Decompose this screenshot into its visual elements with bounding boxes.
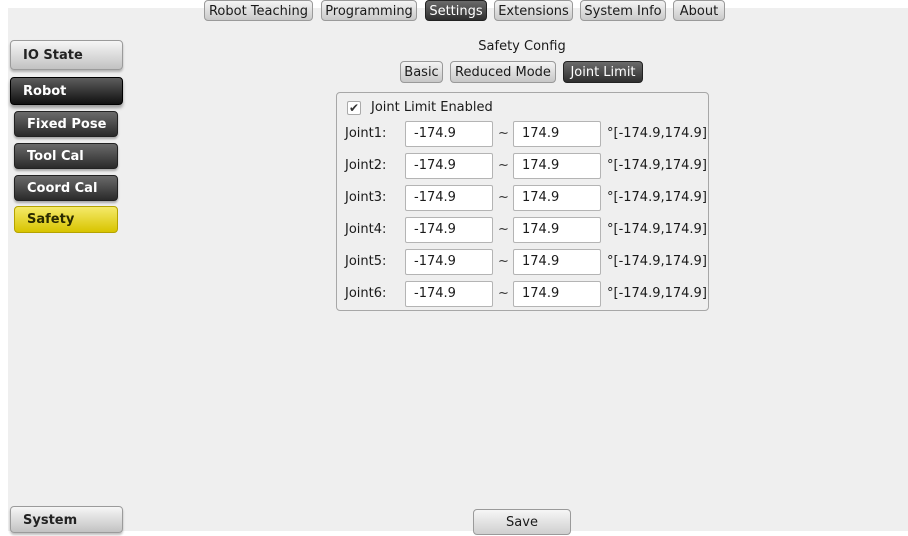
joint-row: Joint2: -174.9 ~ 174.9 °[-174.9,174.9]: [337, 153, 710, 179]
sidebar-item-coord-cal[interactable]: Coord Cal: [14, 175, 118, 201]
joint-min-input[interactable]: -174.9: [405, 281, 493, 307]
joint-range-hint: °[-174.9,174.9]: [607, 286, 707, 301]
range-separator: ~: [498, 126, 509, 141]
tab-basic[interactable]: Basic: [400, 61, 443, 83]
joint-max-input[interactable]: 174.9: [513, 185, 601, 211]
range-separator: ~: [498, 222, 509, 237]
joint-label: Joint2:: [345, 158, 387, 173]
joint-row: Joint3: -174.9 ~ 174.9 °[-174.9,174.9]: [337, 185, 710, 211]
sidebar-item-io-state[interactable]: IO State: [10, 40, 123, 70]
joint-label: Joint5:: [345, 254, 387, 269]
joint-min-input[interactable]: -174.9: [405, 217, 493, 243]
save-button[interactable]: Save: [473, 509, 571, 535]
range-separator: ~: [498, 254, 509, 269]
joint-range-hint: °[-174.9,174.9]: [607, 158, 707, 173]
joint-label: Joint4:: [345, 222, 387, 237]
joint-max-input[interactable]: 174.9: [513, 281, 601, 307]
joint-label: Joint6:: [345, 286, 387, 301]
sidebar-item-robot[interactable]: Robot: [10, 77, 123, 105]
joint-min-input[interactable]: -174.9: [405, 153, 493, 179]
sidebar-item-safety[interactable]: Safety: [14, 206, 118, 233]
tab-programming[interactable]: Programming: [321, 0, 417, 21]
range-separator: ~: [498, 190, 509, 205]
joint-max-input[interactable]: 174.9: [513, 153, 601, 179]
sidebar-item-fixed-pose[interactable]: Fixed Pose: [14, 111, 118, 137]
sidebar-item-system[interactable]: System: [10, 506, 123, 533]
joint-range-hint: °[-174.9,174.9]: [607, 254, 707, 269]
joint-range-hint: °[-174.9,174.9]: [607, 126, 707, 141]
tab-system-info[interactable]: System Info: [580, 0, 666, 21]
tab-settings[interactable]: Settings: [425, 0, 487, 21]
joint-row: Joint6: -174.9 ~ 174.9 °[-174.9,174.9]: [337, 281, 710, 307]
joint-label: Joint3:: [345, 190, 387, 205]
joint-max-input[interactable]: 174.9: [513, 249, 601, 275]
joint-range-hint: °[-174.9,174.9]: [607, 222, 707, 237]
sidebar-item-tool-cal[interactable]: Tool Cal: [14, 143, 118, 169]
range-separator: ~: [498, 158, 509, 173]
tab-extensions[interactable]: Extensions: [494, 0, 573, 21]
tab-reduced-mode[interactable]: Reduced Mode: [450, 61, 556, 83]
joint-min-input[interactable]: -174.9: [405, 249, 493, 275]
tab-about[interactable]: About: [673, 0, 725, 21]
tab-robot-teaching[interactable]: Robot Teaching: [204, 0, 313, 21]
tab-joint-limit[interactable]: Joint Limit: [563, 61, 643, 83]
section-title: Safety Config: [478, 39, 566, 54]
joint-limit-panel: ✔ Joint Limit Enabled Joint1: -174.9 ~ 1…: [336, 92, 709, 311]
joint-limit-enabled-checkbox[interactable]: ✔: [347, 101, 361, 115]
joint-max-input[interactable]: 174.9: [513, 217, 601, 243]
joint-limit-enabled-label: Joint Limit Enabled: [371, 100, 493, 115]
range-separator: ~: [498, 286, 509, 301]
joint-row: Joint1: -174.9 ~ 174.9 °[-174.9,174.9]: [337, 121, 710, 147]
joint-max-input[interactable]: 174.9: [513, 121, 601, 147]
joint-range-hint: °[-174.9,174.9]: [607, 190, 707, 205]
joint-row: Joint5: -174.9 ~ 174.9 °[-174.9,174.9]: [337, 249, 710, 275]
joint-row: Joint4: -174.9 ~ 174.9 °[-174.9,174.9]: [337, 217, 710, 243]
joint-min-input[interactable]: -174.9: [405, 185, 493, 211]
joint-min-input[interactable]: -174.9: [405, 121, 493, 147]
joint-label: Joint1:: [345, 126, 387, 141]
